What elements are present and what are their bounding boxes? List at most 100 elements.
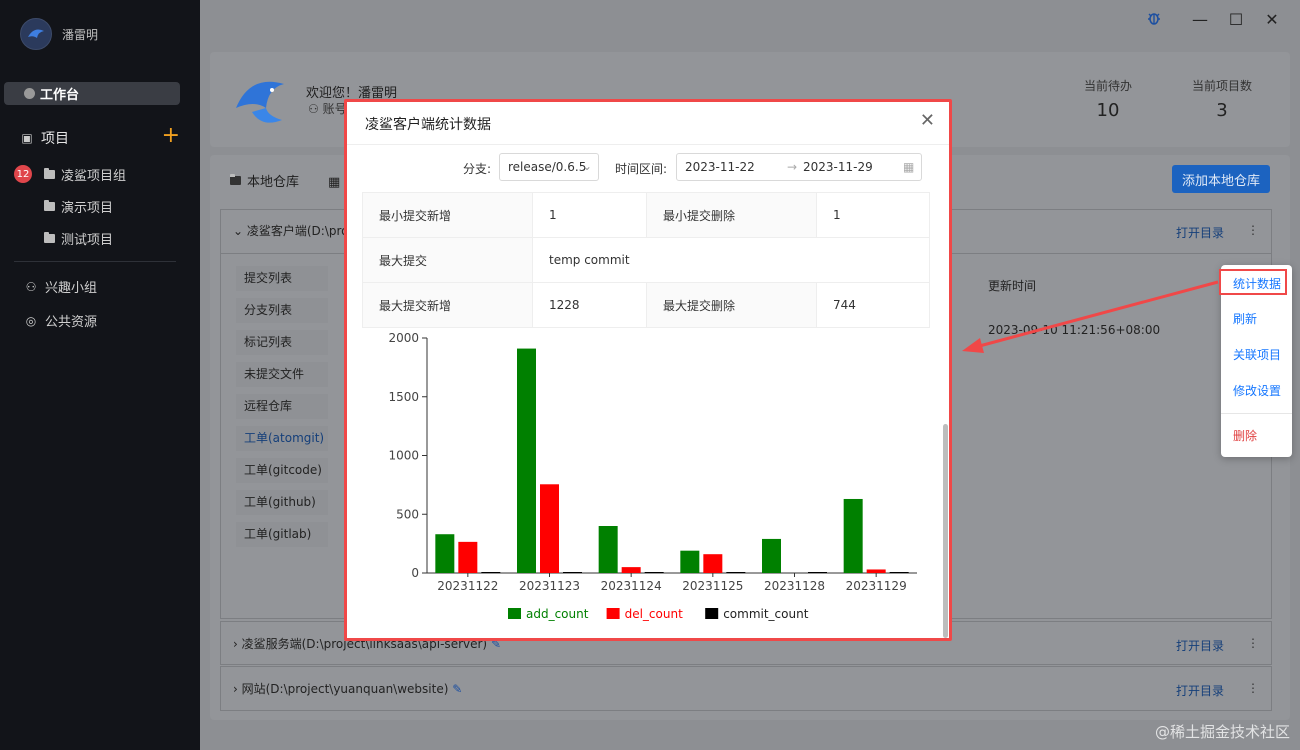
menu-uncommitted-files[interactable]: 未提交文件 xyxy=(236,362,328,387)
x-tick-label: 20231122 xyxy=(437,579,498,593)
more-icon[interactable]: ⋮ xyxy=(1247,636,1259,650)
menu-item-link-project[interactable]: 关联项目 xyxy=(1233,346,1281,363)
bar-commit_count xyxy=(563,572,582,573)
sidebar-item-label: 凌鲨项目组 xyxy=(61,169,127,184)
x-tick-label: 20231123 xyxy=(519,579,580,593)
folder-icon xyxy=(44,168,55,179)
bar-commit_count xyxy=(644,572,664,573)
table-key: 最大提交 xyxy=(362,237,533,283)
chevron-down-icon: ⌄ xyxy=(581,159,592,173)
people-icon: ⚇ xyxy=(25,279,37,294)
open-directory-link[interactable]: 打开目录 xyxy=(1176,637,1224,654)
nav-interest-group[interactable]: ⚇ 兴趣小组 xyxy=(24,277,97,297)
folder-icon xyxy=(230,174,241,185)
date-range-picker[interactable]: 2023-11-22 → 2023-11-29 ▦ xyxy=(676,153,922,181)
repo-menu: 提交列表 分支列表 标记列表 未提交文件 远程仓库 工单(atomgit) 工单… xyxy=(236,266,328,554)
menu-item-refresh[interactable]: 刷新 xyxy=(1233,310,1257,327)
repo-header[interactable]: › 网站(D:\project\yuanquan\website) ✎ xyxy=(233,680,462,697)
more-icon[interactable]: ⋮ xyxy=(1247,681,1259,695)
close-icon[interactable]: ✕ xyxy=(920,110,935,131)
stat-value: 3 xyxy=(1216,100,1228,121)
table-row: 最大提交新增 1228 最大提交删除 744 xyxy=(362,282,930,328)
table-value: 1 xyxy=(532,192,647,238)
y-tick-label: 500 xyxy=(396,507,419,521)
range-start[interactable]: 2023-11-22 xyxy=(685,160,755,174)
bar-commit_count xyxy=(726,572,746,573)
close-window-icon[interactable]: ✕ xyxy=(1260,10,1284,29)
chevron-right-icon: › xyxy=(233,682,242,696)
sidebar-item-project-group[interactable]: 12 凌鲨项目组 xyxy=(14,165,127,184)
statistics-modal: 凌鲨客户端统计数据 ✕ 分支: release/0.6.5 ⌄ 时间区间: 20… xyxy=(347,102,949,638)
sidebar-item-demo-project[interactable]: 演示项目 xyxy=(44,197,113,216)
edit-icon[interactable]: ✎ xyxy=(452,682,462,696)
bar-del_count xyxy=(621,567,641,573)
bug-icon[interactable] xyxy=(1142,10,1166,30)
grid-icon: ▦ xyxy=(328,175,345,190)
x-tick-label: 20231125 xyxy=(682,579,743,593)
account-label: ⚇ 账号 xyxy=(308,102,347,116)
table-value: 1 xyxy=(816,192,930,238)
y-tick-label: 0 xyxy=(411,566,419,580)
more-icon[interactable]: ⋮ xyxy=(1247,223,1259,237)
annotation-arrow xyxy=(962,280,1219,353)
menu-branch-list[interactable]: 分支列表 xyxy=(236,298,328,323)
table-row: 最大提交 temp commit xyxy=(362,237,930,283)
username: 潘雷明 xyxy=(62,27,99,42)
x-tick-label: 20231128 xyxy=(764,579,825,593)
maximize-icon[interactable]: ☐ xyxy=(1224,10,1248,29)
user-icon: ⚇ xyxy=(308,102,319,116)
sidebar-item-test-project[interactable]: 测试项目 xyxy=(44,229,113,248)
add-local-repo-button[interactable]: 添加本地仓库 xyxy=(1171,165,1270,193)
bar-commit_count xyxy=(808,572,827,573)
commit-stats-chart: 0 500 1000 1500 2000 20231122 20231123 20231124… xyxy=(388,331,917,621)
add-project-icon[interactable]: + xyxy=(162,125,180,147)
menu-issues-atomgit[interactable]: 工单(atomgit) xyxy=(236,426,328,451)
scrollbar-thumb[interactable] xyxy=(943,424,948,638)
minimize-icon[interactable]: — xyxy=(1188,10,1212,29)
range-end[interactable]: 2023-11-29 xyxy=(803,160,873,174)
tab-label: 本地仓库 xyxy=(247,175,300,190)
range-label: 时间区间: xyxy=(615,162,668,176)
avatar xyxy=(20,18,52,50)
user-profile[interactable]: 潘雷明 xyxy=(20,18,98,50)
stat-projects: 当前项目数 3 xyxy=(1177,77,1267,121)
open-directory-link[interactable]: 打开目录 xyxy=(1176,682,1224,699)
globe-icon: ◎ xyxy=(25,313,37,328)
stat-todo: 当前待办 10 xyxy=(1063,77,1153,121)
calendar-icon[interactable]: ▦ xyxy=(903,160,914,174)
shark-logo-icon xyxy=(236,81,284,123)
menu-item-settings[interactable]: 修改设置 xyxy=(1233,382,1281,399)
legend-swatch xyxy=(705,608,719,619)
table-key: 最小提交删除 xyxy=(646,192,817,238)
modal-title: 凌鲨客户端统计数据 xyxy=(365,117,491,133)
folder-icon xyxy=(44,200,55,211)
menu-commit-list[interactable]: 提交列表 xyxy=(236,266,328,291)
menu-tag-list[interactable]: 标记列表 xyxy=(236,330,328,355)
bar-commit_count xyxy=(889,572,909,573)
y-tick-label: 1000 xyxy=(388,449,419,463)
legend-label: commit_count xyxy=(723,607,809,621)
divider xyxy=(347,144,949,145)
nav-workbench[interactable]: 工作台 xyxy=(4,82,180,105)
open-directory-link[interactable]: 打开目录 xyxy=(1176,224,1224,241)
x-tick-label: 20231129 xyxy=(846,579,907,593)
menu-issues-github[interactable]: 工单(github) xyxy=(236,490,328,515)
nav-public-resources-label: 公共资源 xyxy=(45,315,98,330)
repo-header[interactable]: ⌄ 凌鲨客户端(D:\proj xyxy=(233,222,352,239)
tab-local-repo[interactable]: 本地仓库 xyxy=(230,171,299,190)
workbench-icon xyxy=(24,88,35,99)
menu-issues-gitcode[interactable]: 工单(gitcode) xyxy=(236,458,328,483)
bar-commit_count xyxy=(481,572,501,573)
stat-value: 10 xyxy=(1096,100,1120,121)
menu-item-delete[interactable]: 删除 xyxy=(1233,427,1257,444)
menu-divider xyxy=(1221,413,1292,414)
nav-workbench-label: 工作台 xyxy=(40,88,80,103)
table-value: temp commit xyxy=(532,237,930,283)
menu-issues-gitlab[interactable]: 工单(gitlab) xyxy=(236,522,328,547)
bar-add_count xyxy=(598,526,618,573)
nav-public-resources[interactable]: ◎ 公共资源 xyxy=(24,311,98,331)
branch-select[interactable]: release/0.6.5 ⌄ xyxy=(499,153,599,181)
menu-remote-repo[interactable]: 远程仓库 xyxy=(236,394,328,419)
nav-projects[interactable]: ▣ 项目 + xyxy=(20,125,180,148)
repo-row: › 网站(D:\project\yuanquan\website) ✎ 打开目录… xyxy=(220,666,1272,711)
